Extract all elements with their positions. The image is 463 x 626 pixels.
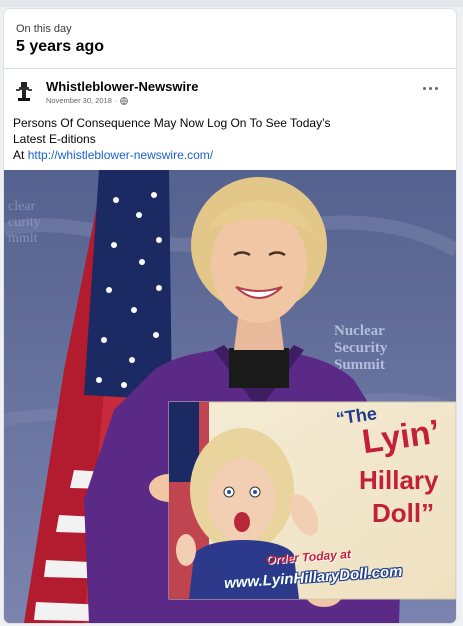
post-author[interactable]: Whistleblower-Newswire: [46, 79, 198, 94]
on-this-day-header: On this day 5 years ago: [4, 9, 456, 67]
link-prefix: At: [13, 148, 25, 162]
sign-word-doll: Doll”: [372, 498, 435, 528]
svg-text:Security: Security: [334, 340, 388, 356]
post-meta: November 30, 2018 ·: [46, 96, 129, 105]
post-photo[interactable]: clear curity mmit Nuclear Security Summi…: [4, 170, 456, 623]
svg-text:mmit: mmit: [8, 231, 38, 246]
photo-illustration: clear curity mmit Nuclear Security Summi…: [4, 170, 456, 623]
header-divider: [4, 68, 456, 69]
memory-card: On this day 5 years ago Whistleblower-Ne…: [4, 9, 456, 623]
post-text: Persons Of Consequence May Now Log On To…: [13, 115, 443, 163]
post-link-line: At http://whistleblower-newswire.com/: [13, 147, 443, 163]
page-avatar[interactable]: [12, 79, 36, 103]
svg-text:curity: curity: [8, 215, 41, 230]
feed-top-strip: [0, 0, 463, 7]
meta-separator: ·: [114, 96, 118, 105]
post-header: Whistleblower-Newswire November 30, 2018…: [4, 71, 456, 115]
globe-icon: [120, 96, 129, 105]
svg-text:clear: clear: [8, 199, 36, 214]
memory-years-title: 5 years ago: [16, 38, 105, 55]
sign-word-hillary: Hillary: [359, 465, 439, 495]
on-this-day-label: On this day: [16, 23, 72, 35]
more-options-icon[interactable]: [422, 83, 440, 93]
post-text-line-2: Latest E-ditions: [13, 132, 96, 146]
post-date[interactable]: November 30, 2018: [46, 96, 112, 105]
post-text-line-1: Persons Of Consequence May Now Log On To…: [13, 116, 331, 130]
svg-text:Nuclear: Nuclear: [334, 323, 385, 339]
post-link[interactable]: http://whistleblower-newswire.com/: [28, 148, 213, 162]
